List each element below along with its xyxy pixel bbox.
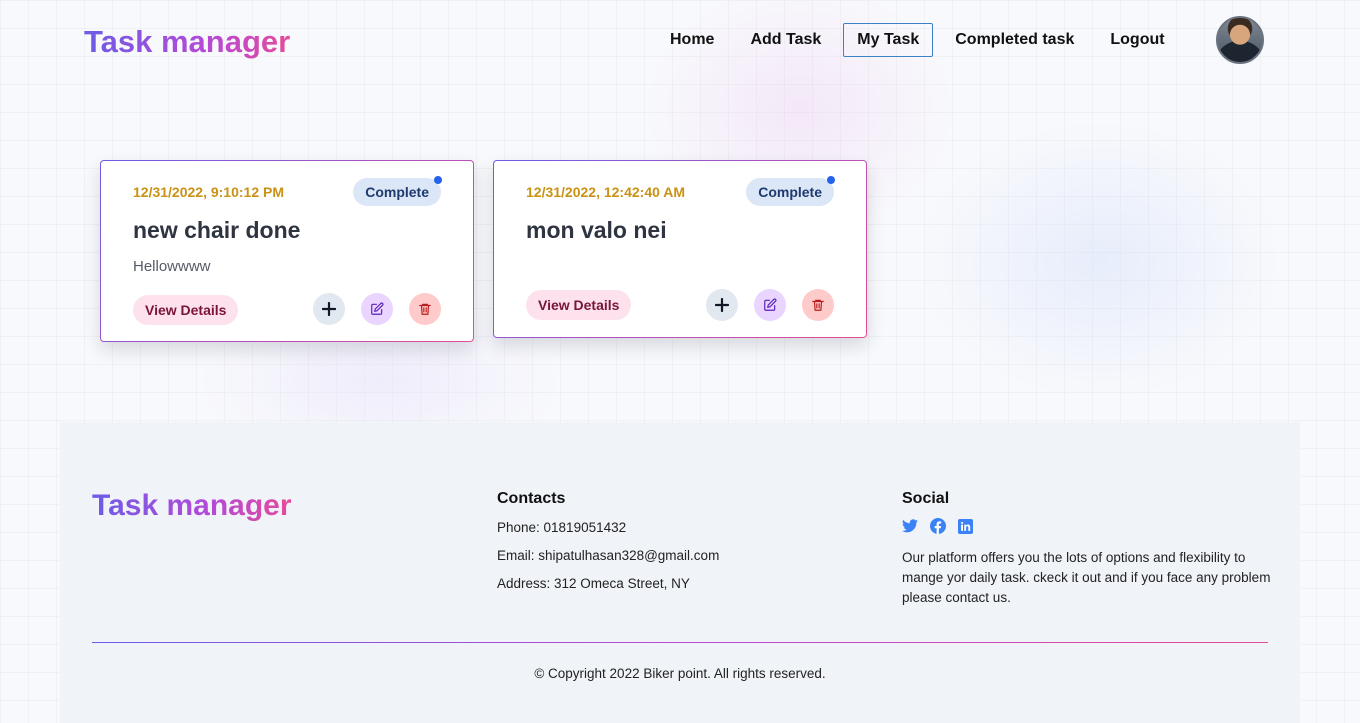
linkedin-icon[interactable] <box>958 518 973 534</box>
plus-icon <box>715 298 729 312</box>
edit-icon <box>371 302 384 315</box>
delete-button[interactable] <box>802 289 834 321</box>
user-avatar[interactable] <box>1216 16 1264 64</box>
edit-icon <box>764 298 777 311</box>
task-title: new chair done <box>133 217 301 243</box>
social-heading: Social <box>902 490 950 507</box>
status-dot <box>827 176 835 184</box>
contacts-heading: Contacts <box>497 490 566 507</box>
footer-divider <box>92 642 1268 643</box>
social-section: Social Our platform offers you the lots … <box>902 490 1272 608</box>
edit-button[interactable] <box>754 289 786 321</box>
status-badge: Complete <box>353 176 442 206</box>
main-nav: Home Add Task My Task Completed task Log… <box>656 23 1187 57</box>
status-dot <box>434 176 442 184</box>
twitter-icon[interactable] <box>902 519 918 533</box>
footer-logo: Task manager <box>92 489 292 522</box>
status-label: Complete <box>365 184 429 200</box>
facebook-icon[interactable] <box>930 518 946 534</box>
status-label: Complete <box>758 184 822 200</box>
contact-address: Address: 312 Omeca Street, NY <box>497 576 690 591</box>
task-card: 12/31/2022, 9:10:12 PM Complete new chai… <box>100 160 474 342</box>
view-details-button[interactable]: View Details <box>526 290 632 320</box>
task-date: 12/31/2022, 9:10:12 PM <box>133 184 284 200</box>
site-header: Task manager Home Add Task My Task Compl… <box>0 0 1360 82</box>
contacts-section: Contacts Phone: 01819051432 Email: shipa… <box>497 490 719 602</box>
social-icons <box>902 518 1272 534</box>
site-footer: Task manager Contacts Phone: 01819051432… <box>60 422 1300 723</box>
social-description: Our platform offers you the lots of opti… <box>902 550 1271 605</box>
nav-completed-task[interactable]: Completed task <box>941 23 1088 57</box>
nav-home[interactable]: Home <box>656 23 728 57</box>
delete-button[interactable] <box>409 293 441 325</box>
copyright-text: © Copyright 2022 Biker point. All rights… <box>534 666 826 681</box>
view-details-button[interactable]: View Details <box>133 295 239 325</box>
task-date: 12/31/2022, 12:42:40 AM <box>526 184 686 200</box>
add-button[interactable] <box>706 289 738 321</box>
nav-add-task[interactable]: Add Task <box>736 23 835 57</box>
nav-my-task[interactable]: My Task <box>843 23 934 57</box>
contact-email: Email: shipatulhasan328@gmail.com <box>497 548 720 563</box>
task-card: 12/31/2022, 12:42:40 AM Complete mon val… <box>493 160 867 338</box>
site-logo[interactable]: Task manager <box>84 22 290 62</box>
trash-icon <box>419 303 431 315</box>
task-description: Hellowwww <box>133 258 211 275</box>
edit-button[interactable] <box>361 293 393 325</box>
trash-icon <box>812 299 824 311</box>
task-title: mon valo nei <box>526 217 667 243</box>
contact-phone: Phone: 01819051432 <box>497 520 627 535</box>
status-badge: Complete <box>746 176 835 206</box>
add-button[interactable] <box>313 293 345 325</box>
nav-logout[interactable]: Logout <box>1096 23 1178 57</box>
plus-icon <box>322 302 336 316</box>
